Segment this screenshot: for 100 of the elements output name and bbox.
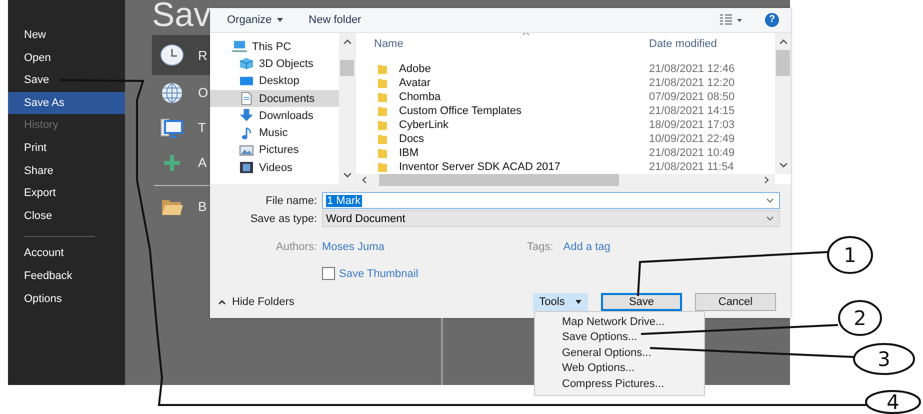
scrollbar[interactable] [339, 33, 355, 184]
sidebar-item[interactable]: Export [8, 182, 125, 205]
nav-item[interactable]: Documents [210, 90, 339, 108]
field-label: Tags: [527, 240, 554, 252]
clock-icon [160, 43, 184, 67]
file-name: Adobe [399, 63, 431, 75]
menu-item[interactable]: Web Options... [535, 361, 704, 377]
scroll-right-icon[interactable] [764, 176, 769, 184]
computer-icon [232, 40, 247, 54]
save-button[interactable]: Save [601, 293, 682, 311]
scroll-left-icon[interactable] [362, 176, 367, 184]
scrollbar-thumb[interactable] [340, 60, 354, 76]
file-row[interactable]: Custom Office Templates 21/08/2021 14:15 [374, 104, 775, 118]
sidebar-item[interactable]: Options [8, 288, 125, 310]
scroll-down-icon[interactable] [342, 172, 352, 178]
computer-icon [160, 116, 184, 140]
field-label: File name: [264, 194, 318, 206]
globe-icon [160, 80, 184, 104]
file-name-field[interactable]: 1 Mark [322, 192, 780, 209]
sidebar-item[interactable]: Close [8, 204, 125, 228]
view-options-icon[interactable] [719, 14, 743, 26]
date-modified: 21/08/2021 10:49 [649, 147, 735, 159]
file-name: Docs [399, 133, 424, 145]
file-name: Avatar [399, 77, 431, 89]
checkbox-label[interactable]: Save Thumbnail [339, 268, 418, 280]
callout-circle [838, 300, 882, 336]
callout-circle [827, 236, 873, 274]
cube-icon [239, 57, 254, 70]
folder-icon [378, 162, 387, 172]
checkbox[interactable] [322, 267, 335, 280]
date-modified: 18/09/2021 17:03 [649, 119, 735, 131]
folder-icon [378, 106, 387, 116]
callout-number: 1 [844, 243, 856, 267]
file-row[interactable]: Adobe 21/08/2021 12:46 [374, 62, 775, 76]
folder-icon [378, 134, 387, 144]
caret-icon [276, 18, 283, 22]
menu-item[interactable]: General Options... [535, 346, 704, 362]
hide-folders-button[interactable]: Hide Folders [218, 296, 294, 308]
folder-icon [378, 78, 387, 88]
date-modified: 10/09/2021 22:49 [649, 133, 735, 145]
cancel-button[interactable]: Cancel [695, 293, 776, 311]
picture-icon [239, 144, 254, 157]
file-row[interactable]: Chomba 07/09/2021 08:50 [374, 90, 775, 104]
sidebar-item[interactable]: New [8, 24, 125, 47]
scroll-up-icon[interactable] [778, 39, 788, 45]
date-modified: 21/08/2021 12:20 [649, 77, 735, 89]
chevron-down-icon[interactable] [766, 198, 774, 203]
scroll-down-icon[interactable] [778, 162, 788, 168]
file-row[interactable]: Inventor Server SDK ACAD 2017 21/08/2021 11:54 [374, 160, 775, 174]
sidebar-item[interactable]: Feedback [8, 264, 125, 288]
file-name: Inventor Server SDK ACAD 2017 [399, 161, 560, 173]
folder-icon [378, 120, 387, 130]
sidebar-item[interactable]: Share [8, 160, 125, 182]
help-button[interactable]: ? [765, 13, 779, 27]
menu-item[interactable]: Map Network Drive... [535, 315, 704, 330]
column-header[interactable]: Date modified [649, 38, 717, 50]
page-heading: Sav [152, 0, 211, 33]
sidebar-item[interactable]: Open [8, 46, 125, 70]
date-modified: 21/08/2021 12:46 [649, 63, 735, 75]
sidebar-item[interactable]: Save [8, 69, 125, 92]
chevron-down-icon[interactable] [766, 216, 774, 221]
file-row[interactable]: CyberLink 18/09/2021 17:03 [374, 118, 775, 132]
date-modified: 21/08/2021 11:54 [649, 161, 734, 173]
scroll-up-icon[interactable] [342, 39, 352, 45]
file-row[interactable]: Avatar 21/08/2021 12:20 [374, 76, 775, 90]
file-name: IBM [399, 147, 419, 159]
file-row[interactable]: IBM 21/08/2021 10:49 [374, 146, 775, 160]
callout-circle [853, 343, 915, 375]
scrollbar[interactable] [356, 174, 775, 186]
film-icon [239, 161, 254, 174]
column-header[interactable]: Name [374, 38, 649, 50]
folder-icon [378, 148, 387, 158]
scrollbar-thumb[interactable] [379, 174, 619, 186]
sidebar-item[interactable]: Account [8, 242, 125, 265]
field-label: Save as type: [249, 212, 318, 224]
field-label: Authors: [275, 240, 318, 252]
tools-dropdown-button[interactable]: Tools [533, 293, 588, 311]
file-name: Custom Office Templates [399, 105, 522, 117]
desktop-icon [239, 74, 254, 88]
callout-number: 2 [854, 306, 866, 330]
folder-icon [378, 64, 387, 74]
file-row[interactable]: Docs 10/09/2021 22:49 [374, 132, 775, 146]
authors-value[interactable]: Moses Juma [322, 240, 527, 252]
organize-menu[interactable]: Organize [227, 14, 283, 26]
callout-number: 3 [878, 347, 890, 371]
sidebar-item[interactable]: Save As [8, 92, 125, 114]
date-modified: 21/08/2021 14:15 [649, 105, 735, 117]
scrollbar-thumb[interactable] [776, 50, 790, 76]
sidebar-item[interactable]: Print [8, 136, 125, 160]
file-name: CyberLink [399, 119, 449, 131]
new-folder-button[interactable]: New folder [308, 14, 362, 26]
menu-item[interactable]: Compress Pictures... [535, 376, 704, 392]
download-icon [239, 109, 254, 122]
tags-value[interactable]: Add a tag [563, 240, 610, 252]
chevron-up-icon [218, 300, 226, 304]
file-name: Chomba [399, 91, 441, 103]
file-type-dropdown[interactable]: Word Document [322, 210, 780, 227]
location-item[interactable]: B [152, 189, 250, 224]
scrollbar[interactable] [775, 33, 791, 174]
menu-item[interactable]: Save Options... [535, 330, 704, 346]
